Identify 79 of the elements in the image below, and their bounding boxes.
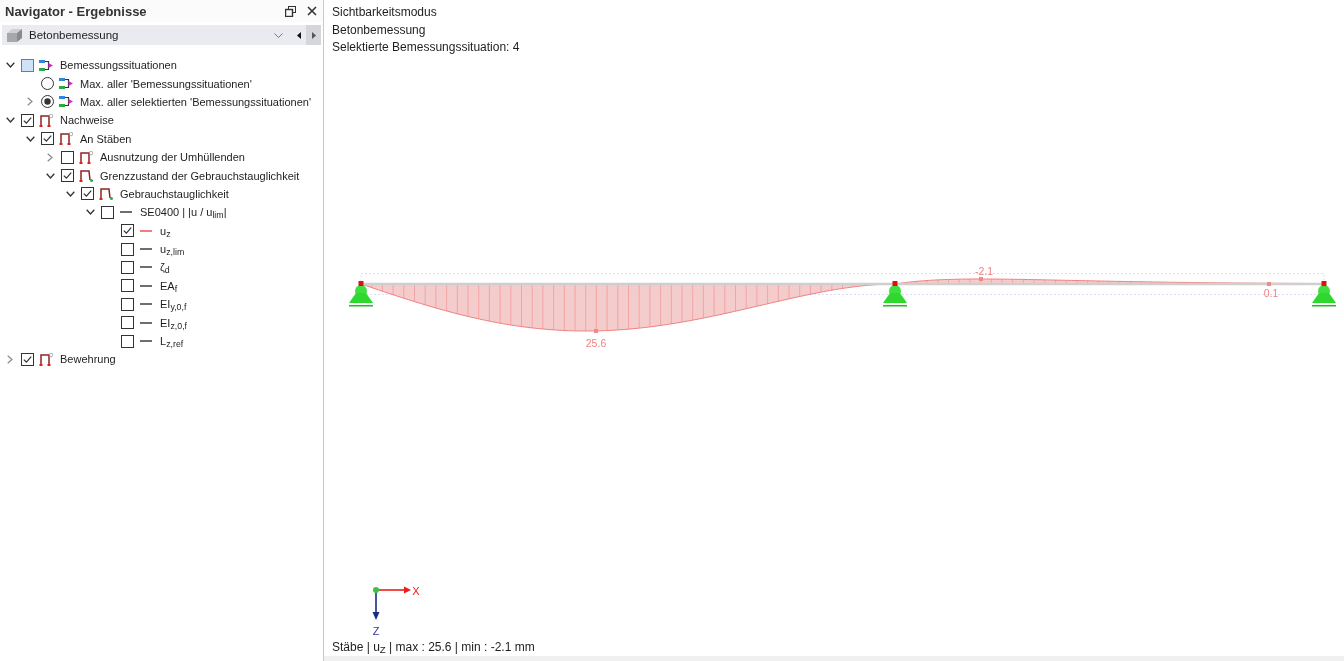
tree-item-label[interactable]: ζ$_{d}$ — [160, 260, 170, 275]
tree-item-label[interactable]: Grenzzustand der Gebrauchstauglichkeit — [100, 168, 300, 183]
frame-icon — [99, 187, 113, 201]
origin-dot — [373, 587, 379, 593]
checkbox[interactable] — [121, 334, 134, 348]
close-icon — [307, 6, 317, 16]
checkbox[interactable] — [21, 58, 34, 72]
caret-down-icon — [274, 32, 283, 38]
merge-arrow-icon — [59, 78, 73, 90]
tree-item-label[interactable]: Max. aller selektierten 'Bemessungssituationen' — [80, 94, 312, 109]
restore-button[interactable] — [283, 4, 297, 18]
support-icon — [1312, 285, 1336, 307]
tree-item-label[interactable]: Bewehrung — [60, 352, 116, 367]
value-label: 25.6 — [585, 337, 607, 349]
tree-item-label[interactable]: L$_{z,ref}$ — [160, 334, 184, 349]
checkbox[interactable] — [121, 261, 134, 274]
chevron-right-icon[interactable] — [47, 152, 53, 162]
tree-item-label[interactable]: EI$_{z,0,f}$ — [160, 315, 188, 330]
checkbox[interactable] — [121, 297, 134, 311]
chevron-down-icon[interactable] — [5, 62, 15, 69]
checkbox[interactable] — [121, 224, 134, 238]
tree-item-label[interactable]: Max. aller 'Bemessungssituationen' — [80, 76, 252, 91]
extreme-marker — [979, 277, 983, 281]
extreme-marker — [594, 329, 598, 333]
checkbox[interactable] — [121, 242, 134, 256]
tree-item-label[interactable]: Bemessungssituationen — [60, 58, 177, 73]
frame-icon — [79, 169, 93, 183]
chevron-down-icon[interactable] — [85, 209, 95, 216]
merge-arrow-icon — [39, 59, 53, 71]
tree-item-label[interactable]: Gebrauchstauglichkeit — [120, 186, 229, 201]
frame-icon — [79, 150, 93, 164]
info-text: Sichtbarkeitsmodus — [332, 4, 437, 21]
support-icon — [883, 285, 907, 307]
checkbox[interactable] — [121, 316, 134, 330]
info-text: Selektierte Bemessungssituation: 4 — [332, 39, 520, 56]
chevron-right-icon[interactable] — [7, 354, 13, 364]
merge-arrow-icon — [59, 96, 73, 108]
triangle-right-icon — [311, 31, 316, 39]
checkbox[interactable] — [101, 205, 114, 219]
checkbox[interactable] — [41, 132, 54, 146]
checkbox[interactable] — [81, 187, 94, 201]
z-axis-label: Z — [372, 625, 380, 637]
radio-button[interactable] — [41, 95, 54, 109]
frame-icon — [39, 352, 53, 366]
panel-title: Navigator - Ergebnisse — [5, 3, 148, 19]
radio-button[interactable] — [41, 77, 54, 91]
tree-item-label[interactable]: Ausnutzung der Umhüllenden — [100, 150, 245, 165]
frame-icon — [59, 132, 73, 146]
chevron-right-icon[interactable] — [27, 97, 33, 107]
tree-item-label[interactable]: u$_{z,lim}$ — [160, 242, 185, 257]
status-text: Stäbe | u$_{Z}$ | max : 25.6 | min : -2.1 mm — [332, 640, 535, 654]
tree-item-label[interactable]: SE0400 | |u / u$_{lim}$| — [140, 205, 227, 220]
tree-item-label[interactable]: An Stäben — [80, 131, 132, 146]
checkbox[interactable] — [21, 352, 34, 366]
module-dropdown[interactable]: Betonbemessung — [2, 25, 291, 45]
checkbox[interactable] — [121, 279, 134, 293]
checkbox[interactable] — [61, 150, 74, 164]
chevron-down-icon[interactable] — [45, 172, 55, 179]
value-label: -2.1 — [974, 265, 994, 277]
tree-item-label[interactable]: EA$_{f}$ — [160, 278, 178, 293]
frame-icon — [39, 113, 53, 127]
checkbox[interactable] — [61, 169, 74, 183]
tree-item-label[interactable]: u$_{z}$ — [160, 223, 171, 238]
chevron-down-icon[interactable] — [65, 190, 75, 197]
extreme-marker — [1267, 282, 1271, 286]
value-label: 0.1 — [1263, 287, 1279, 299]
close-button[interactable] — [305, 4, 319, 18]
next-button[interactable] — [306, 25, 321, 45]
support-icon — [349, 285, 373, 307]
triangle-left-icon — [296, 31, 301, 39]
info-text: Betonbemessung — [332, 21, 426, 39]
tree-item-label[interactable]: Nachweise — [60, 113, 114, 128]
tree-item-label[interactable]: EI$_{y,0,f}$ — [160, 297, 187, 312]
restore-icon — [284, 5, 296, 17]
x-axis-label: X — [412, 584, 420, 597]
block-icon — [7, 28, 22, 42]
checkbox[interactable] — [21, 113, 34, 127]
chevron-down-icon[interactable] — [5, 117, 15, 124]
chevron-down-icon[interactable] — [25, 135, 35, 142]
